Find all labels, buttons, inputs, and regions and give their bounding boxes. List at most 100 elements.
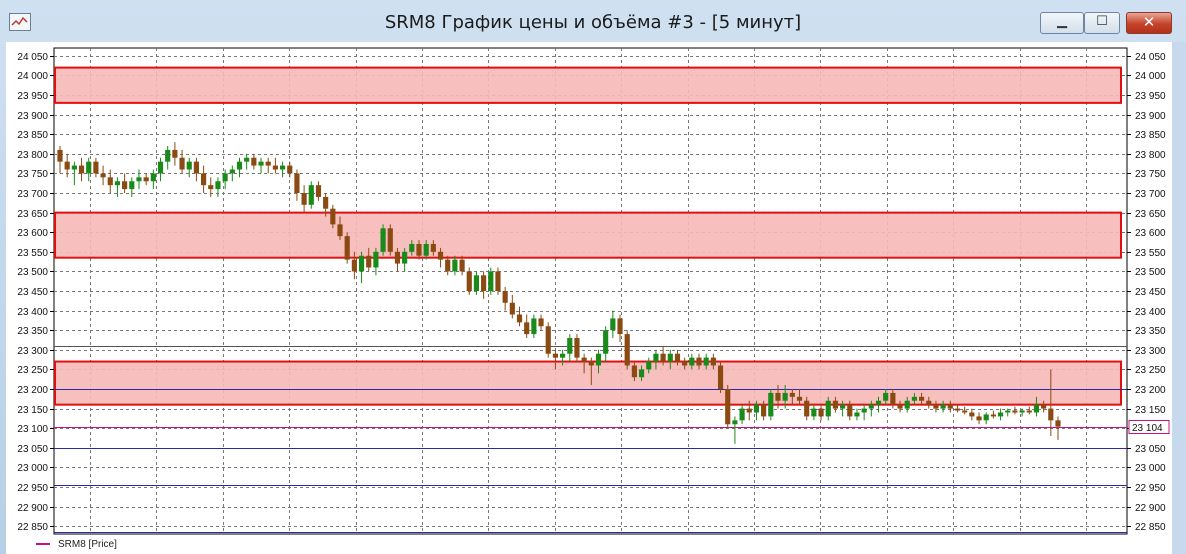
- candle-body: [696, 357, 702, 366]
- candle-body: [911, 396, 917, 401]
- y-tick-label-right: 23 550: [1135, 248, 1166, 259]
- candle-body: [122, 181, 128, 190]
- y-tick-label-right: 22 950: [1135, 483, 1166, 494]
- candle-body: [746, 408, 752, 413]
- candle-body: [990, 414, 996, 417]
- candle-body: [1005, 410, 1011, 413]
- candle-body: [883, 392, 889, 401]
- legend: SRM8 [Price]: [36, 536, 117, 552]
- candle-body: [93, 161, 99, 174]
- chart-area[interactable]: 22 850 22 850 22 900 22 900 22 950 22 950 23 0…: [6, 42, 1172, 554]
- candle-body: [552, 353, 558, 358]
- maximize-button[interactable]: ☐: [1084, 12, 1120, 34]
- candle-body: [251, 157, 257, 166]
- y-tick-label-left: 22 850: [17, 522, 48, 533]
- y-tick-label-left: 23 550: [17, 248, 48, 259]
- candle-body: [875, 400, 882, 405]
- y-tick-label-right: 23 750: [1135, 169, 1166, 180]
- candle-body: [739, 408, 745, 421]
- y-tick-label-left: 23 750: [17, 169, 48, 180]
- candle-body: [323, 196, 329, 209]
- candle-body: [890, 392, 896, 405]
- candle-body: [387, 228, 393, 252]
- candle-body: [129, 181, 135, 190]
- candle-body: [71, 165, 77, 170]
- candle-body: [459, 259, 465, 272]
- candle-body: [186, 161, 192, 170]
- candle-body: [1012, 410, 1018, 413]
- candle-body: [301, 193, 307, 205]
- candle-body: [933, 404, 939, 409]
- candle-body: [610, 318, 616, 331]
- candle-body: [775, 392, 781, 401]
- y-tick-label-left: 23 150: [17, 405, 48, 416]
- candle-body: [861, 408, 867, 413]
- candle-body: [847, 404, 853, 417]
- candle-body: [308, 185, 314, 205]
- candle-body: [64, 161, 70, 170]
- y-tick-label-left: 22 900: [17, 503, 48, 514]
- candle-body: [560, 353, 566, 358]
- candle-body: [236, 161, 243, 170]
- candle-body: [294, 173, 300, 194]
- candle-body: [416, 243, 422, 256]
- candle-body: [804, 400, 810, 417]
- y-tick-label-right: 23 000: [1135, 463, 1166, 474]
- candle-body: [674, 353, 681, 362]
- candle-body: [524, 322, 530, 335]
- candle-body: [509, 302, 515, 315]
- candle-body: [595, 353, 602, 366]
- candle-body: [567, 338, 573, 354]
- candle-body: [918, 396, 925, 401]
- candle-body: [1055, 420, 1061, 427]
- candle-body: [947, 404, 953, 409]
- candle-body: [997, 412, 1004, 417]
- candle-body: [904, 400, 910, 409]
- y-tick-label-right: 23 050: [1135, 444, 1166, 455]
- candle-body: [409, 243, 415, 252]
- price-chart[interactable]: 22 850 22 850 22 900 22 900 22 950 22 950 23 0…: [6, 42, 1172, 554]
- candle-body: [445, 259, 451, 272]
- chart-window: SRM8 График цены и объёма #3 - [5 минут]…: [0, 0, 1186, 554]
- candle-body: [244, 157, 250, 162]
- y-tick-label-left: 22 950: [17, 483, 48, 494]
- candle-body: [825, 400, 831, 417]
- y-tick-label-right: 23 600: [1135, 228, 1166, 239]
- candle-body: [603, 330, 609, 354]
- candle-body: [150, 173, 156, 182]
- candle-body: [315, 185, 322, 197]
- candle-body: [538, 318, 544, 327]
- candle-body: [574, 338, 580, 358]
- candle-body: [373, 251, 379, 268]
- candle-body: [157, 161, 164, 174]
- y-tick-label-right: 23 200: [1135, 385, 1166, 396]
- title-bar[interactable]: SRM8 График цены и объёма #3 - [5 минут]…: [0, 0, 1186, 42]
- y-tick-label-right: 23 650: [1135, 209, 1166, 220]
- candle-body: [545, 326, 551, 354]
- candle-body: [495, 271, 501, 291]
- candle-body: [761, 404, 767, 417]
- y-tick-label-right: 23 850: [1135, 130, 1166, 141]
- y-tick-label-right: 23 300: [1135, 346, 1166, 357]
- candle-body: [1048, 408, 1054, 421]
- candle-body: [796, 396, 803, 401]
- close-button[interactable]: ✕: [1126, 12, 1172, 34]
- y-tick-label-right: 23 500: [1135, 267, 1166, 278]
- y-tick-label-right: 22 850: [1135, 522, 1166, 533]
- candle-body: [531, 318, 537, 335]
- candle-body: [962, 410, 968, 413]
- minimize-button[interactable]: ▁: [1040, 12, 1084, 34]
- legend-label: SRM8 [Price]: [58, 538, 117, 550]
- candle-body: [107, 177, 113, 186]
- y-tick-label-left: 23 400: [17, 307, 48, 318]
- y-tick-label-right: 23 700: [1135, 189, 1166, 200]
- y-tick-label-right: 23 450: [1135, 287, 1166, 298]
- candle-body: [1019, 410, 1025, 413]
- candle-body: [165, 149, 171, 162]
- candle-body: [488, 271, 494, 291]
- candle-body: [897, 404, 903, 409]
- candle-body: [646, 361, 652, 370]
- y-tick-label-right: 23 900: [1135, 111, 1166, 122]
- y-tick-label-left: 23 900: [17, 111, 48, 122]
- y-tick-label-right: 24 050: [1135, 52, 1166, 63]
